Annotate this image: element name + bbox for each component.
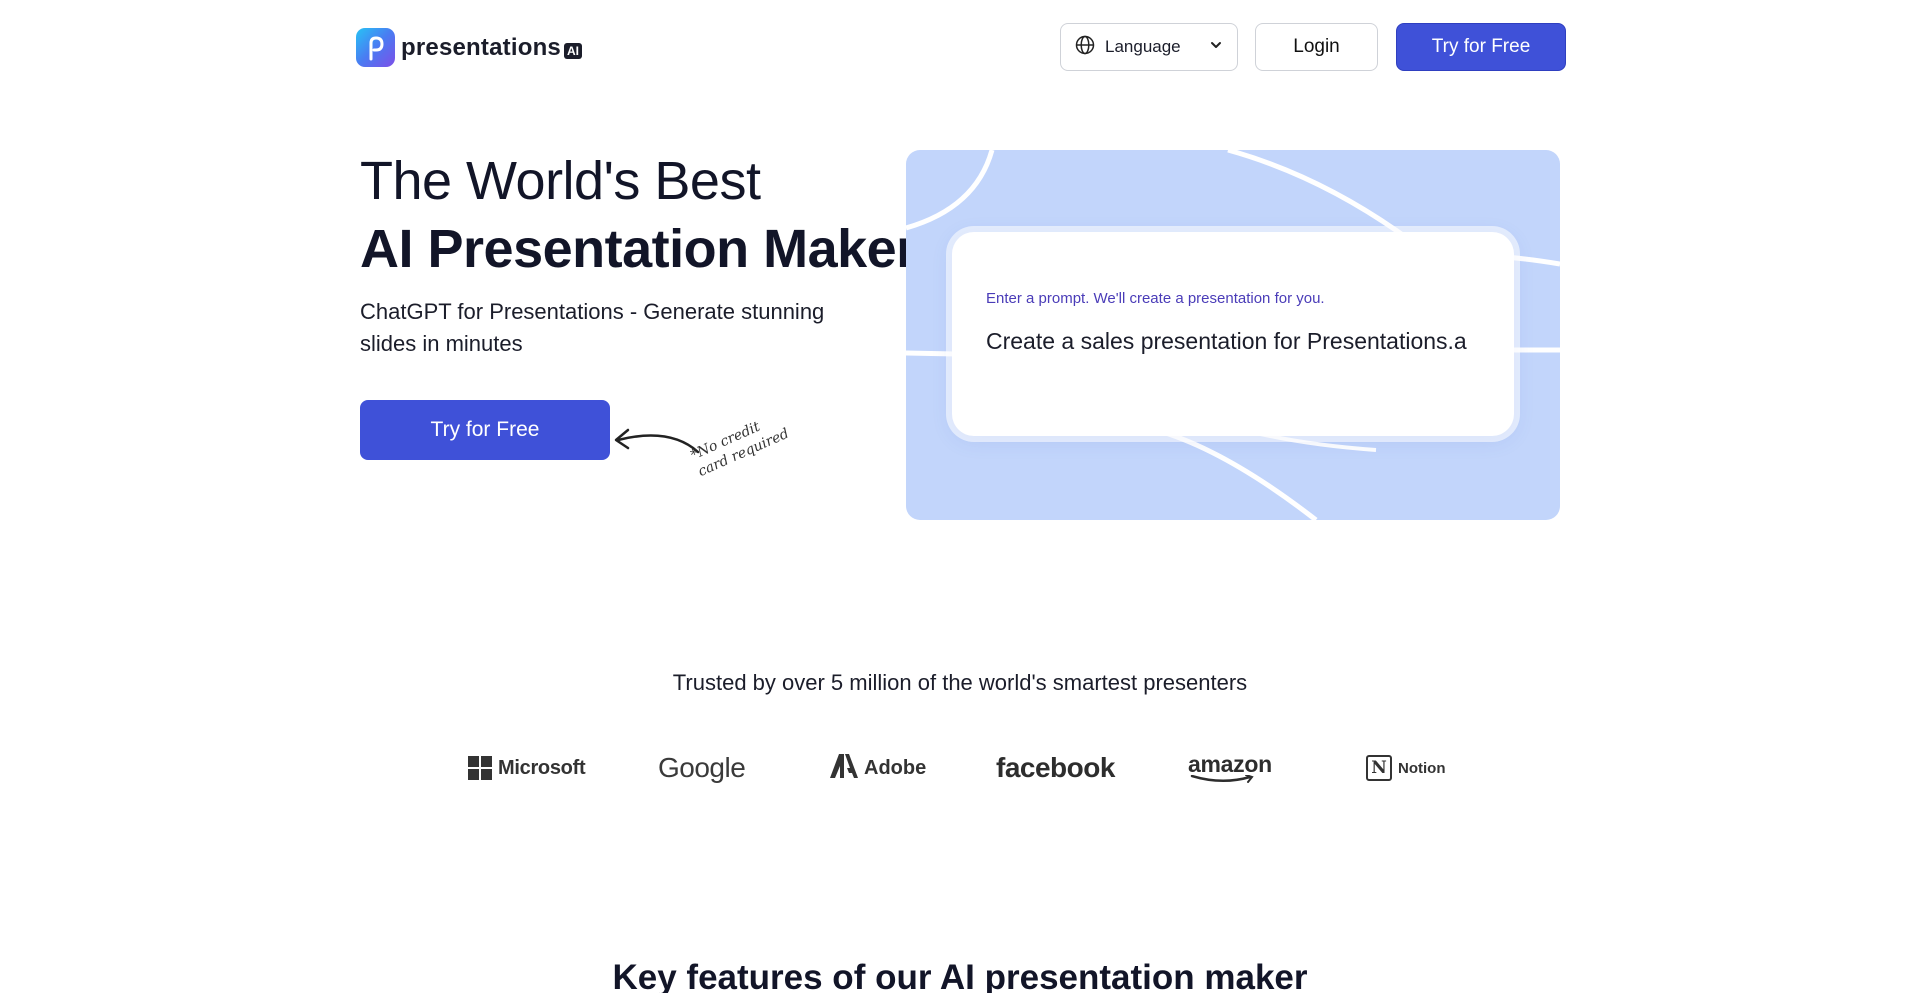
amazon-smile-icon <box>1190 775 1254 783</box>
microsoft-windows-icon <box>468 756 492 780</box>
notion-logo: N Notion <box>1366 748 1445 788</box>
site-logo[interactable]: presentations AI <box>356 28 582 67</box>
chevron-down-icon <box>1209 38 1223 57</box>
microsoft-logo: Microsoft <box>468 748 586 788</box>
key-features-heading-bold: AI presentation maker <box>939 958 1308 993</box>
prompt-card: Enter a prompt. We'll create a presentat… <box>952 232 1514 436</box>
presentations-logo-icon <box>356 28 395 67</box>
language-label: Language <box>1105 37 1181 56</box>
microsoft-logo-text: Microsoft <box>498 756 586 779</box>
hand-drawn-arrow-icon <box>614 428 700 454</box>
notion-logo-text: Notion <box>1398 759 1446 777</box>
amazon-logo: amazon <box>1188 748 1272 788</box>
try-for-free-hero-button[interactable]: Try for Free <box>360 400 610 460</box>
no-credit-card-note: *No credit card required <box>688 403 803 481</box>
trusted-by-text: Trusted by over 5 million of the world's… <box>672 670 1248 695</box>
prompt-hint: Enter a prompt. We'll create a presentat… <box>986 290 1325 307</box>
language-selector[interactable]: Language <box>1060 23 1238 71</box>
hero-prompt-visual: Enter a prompt. We'll create a presentat… <box>906 150 1560 520</box>
hero-subtitle: ChatGPT for Presentations - Generate stu… <box>360 299 825 356</box>
globe-icon <box>1075 35 1095 60</box>
hero-title-line-1: The World's Best <box>360 151 761 211</box>
adobe-logo: Adobe <box>830 748 926 788</box>
brand-logos-row: Microsoft Google Adobe facebook amazon N… <box>0 748 1920 788</box>
login-button[interactable]: Login <box>1255 23 1378 71</box>
notion-n-icon: N <box>1366 755 1392 781</box>
try-for-free-header-button[interactable]: Try for Free <box>1396 23 1566 71</box>
adobe-logo-text: Adobe <box>864 756 927 779</box>
amazon-logo-text: amazon <box>1188 751 1272 777</box>
google-logo: Google <box>658 752 746 783</box>
prompt-text: Create a sales presentation for Presenta… <box>986 328 1467 354</box>
hero-title-line-2: AI Presentation Maker <box>360 219 917 279</box>
key-features-heading: Key features of our AI presentation make… <box>0 958 1920 993</box>
key-features-heading-regular: Key features of our <box>612 958 940 993</box>
adobe-icon <box>830 753 858 783</box>
facebook-logo: facebook <box>996 752 1115 783</box>
logo-wordmark: presentations <box>401 33 561 61</box>
logo-ai-badge: AI <box>563 42 582 59</box>
